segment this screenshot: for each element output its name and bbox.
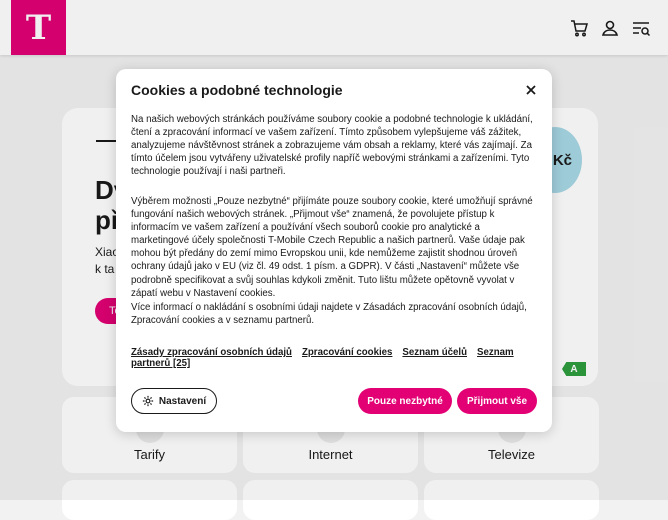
purposes-list-link[interactable]: Seznam účelů — [402, 347, 467, 358]
necessary-only-button[interactable]: Pouze nezbytné — [358, 388, 452, 414]
dialog-title: Cookies a podobné technologie — [131, 82, 343, 98]
close-icon[interactable] — [524, 83, 538, 97]
cookie-more-info-text: Více informací o nakládání s osobními úd… — [131, 302, 527, 327]
cookie-consent-text: Výběrem možnosti „Pouze nezbytné“ přijím… — [131, 196, 533, 299]
privacy-policy-link[interactable]: Zásady zpracování osobních údajů — [131, 347, 292, 358]
settings-button-label: Nastavení — [158, 395, 207, 407]
cookie-processing-link[interactable]: Zpracování cookies — [302, 347, 392, 358]
accept-all-button[interactable]: Přijmout vše — [457, 388, 537, 414]
gear-icon — [142, 395, 154, 407]
cookie-consent-dialog: Cookies a podobné technologie Na našich … — [116, 69, 552, 432]
cookie-intro-text: Na našich webových stránkách používáme s… — [131, 114, 533, 178]
policy-links: Zásady zpracování osobních údajů Zpracová… — [131, 347, 541, 369]
settings-button[interactable]: Nastavení — [131, 388, 217, 414]
